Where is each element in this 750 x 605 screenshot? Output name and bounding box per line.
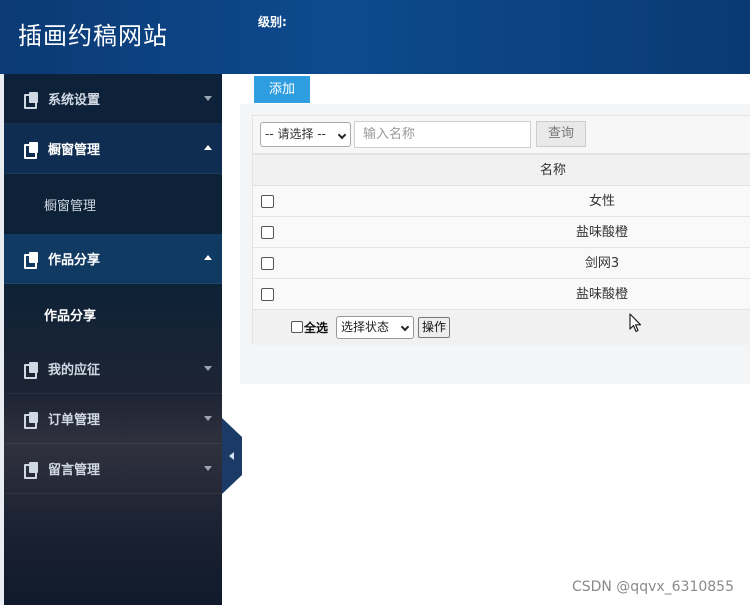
table-header: 名称: [253, 155, 750, 186]
sidebar-item-showcase-management[interactable]: 橱窗管理: [4, 124, 222, 174]
chevron-left-icon: [229, 452, 234, 460]
sidebar-item-message-management[interactable]: 留言管理: [4, 444, 222, 494]
copy-icon: [24, 91, 40, 109]
data-table: 名称 女性 盐味酸橙 剑网3 盐味酸橙 全选 选择状态 操作: [252, 154, 750, 345]
select-all-checkbox[interactable]: [291, 321, 303, 333]
category-select-value: -- 请选择 --: [265, 127, 326, 141]
sidebar: 系统设置 橱窗管理 橱窗管理 作品分享 作品分享 我的应征 订单管理 留言管理: [4, 74, 222, 605]
copy-icon: [24, 361, 40, 379]
table-row: 剑网3: [253, 248, 750, 279]
category-select[interactable]: -- 请选择 --: [260, 122, 351, 147]
chevron-down-icon: [400, 322, 410, 332]
top-header: 插画约稿网站 级别:: [0, 0, 750, 74]
sidebar-item-my-applications[interactable]: 我的应征: [4, 344, 222, 394]
sidebar-item-label: 订单管理: [48, 413, 101, 428]
mouse-cursor-icon: [629, 313, 642, 333]
submenu-showcase-management[interactable]: 橱窗管理: [4, 174, 222, 234]
select-all-label: 全选: [304, 321, 329, 335]
row-name-cell: 盐味酸橙: [575, 287, 628, 302]
chevron-down-icon: [204, 466, 212, 471]
sidebar-item-order-management[interactable]: 订单管理: [4, 394, 222, 444]
row-checkbox[interactable]: [261, 195, 274, 208]
table-row: 女性: [253, 186, 750, 217]
chevron-down-icon: [204, 366, 212, 371]
name-search-input[interactable]: 输入名称: [354, 121, 531, 148]
sidebar-item-works-share[interactable]: 作品分享: [4, 234, 222, 284]
copy-icon: [24, 411, 40, 429]
table-footer: 全选 选择状态 操作: [253, 310, 750, 345]
submenu-works-share[interactable]: 作品分享: [4, 284, 222, 344]
add-button[interactable]: 添加: [254, 76, 310, 103]
row-name-cell: 盐味酸橙: [575, 225, 628, 240]
chevron-up-icon: [204, 145, 212, 150]
sidebar-item-label: 橱窗管理: [48, 143, 101, 158]
site-title: 插画约稿网站: [18, 22, 168, 50]
column-header-name: 名称: [539, 163, 566, 178]
row-name-cell: 剑网3: [584, 256, 620, 271]
watermark: CSDN @qqvx_6310855: [571, 579, 734, 595]
query-button[interactable]: 查询: [536, 121, 586, 147]
chevron-up-icon: [204, 255, 212, 260]
copy-icon: [24, 141, 40, 159]
action-button[interactable]: 操作: [418, 317, 450, 338]
state-select-value: 选择状态: [341, 320, 390, 334]
table-row: 盐味酸橙: [253, 217, 750, 248]
sidebar-item-label: 我的应征: [48, 363, 101, 378]
table-row: 盐味酸橙: [253, 279, 750, 310]
sidebar-item-label: 留言管理: [48, 463, 101, 478]
sidebar-item-label: 系统设置: [48, 93, 101, 108]
copy-icon: [24, 461, 40, 479]
chevron-down-icon: [204, 416, 212, 421]
row-checkbox[interactable]: [261, 257, 274, 270]
sidebar-item-label: 作品分享: [48, 253, 101, 268]
sidebar-collapse-handle[interactable]: [222, 418, 242, 494]
user-level-label: 级别:: [258, 15, 287, 29]
copy-icon: [24, 251, 40, 269]
state-select[interactable]: 选择状态: [336, 316, 414, 339]
sidebar-item-system-settings[interactable]: 系统设置: [4, 74, 222, 124]
row-checkbox[interactable]: [261, 226, 274, 239]
chevron-down-icon: [204, 96, 212, 101]
row-name-cell: 女性: [588, 194, 615, 209]
chevron-down-icon: [337, 130, 347, 140]
row-checkbox[interactable]: [261, 288, 274, 301]
